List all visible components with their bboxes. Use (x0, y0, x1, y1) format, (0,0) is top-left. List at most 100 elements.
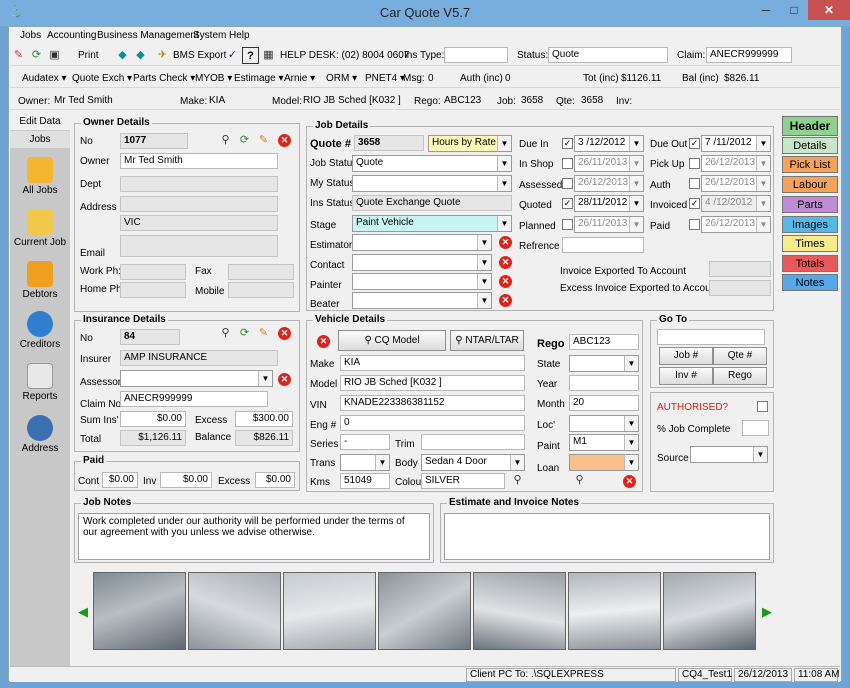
source-select[interactable]: ▼ (690, 446, 768, 463)
tab-totals[interactable]: Totals (782, 255, 838, 272)
delete-icon[interactable]: ✕ (623, 475, 636, 488)
delete-icon[interactable]: ✕ (499, 256, 512, 269)
auth-date[interactable]: 26/12/2013 ▼ (701, 175, 771, 192)
go-to-inv-button[interactable]: Inv # (659, 367, 713, 385)
job-notes-textarea[interactable]: Work completed under our authority will … (78, 513, 430, 560)
authorised-checkbox[interactable] (757, 401, 768, 412)
due-in-checkbox[interactable]: ✓ (562, 138, 573, 149)
quoted-date[interactable]: 28/11/2012 ▼ (574, 195, 644, 212)
refresh-icon[interactable]: ⟳ (28, 47, 45, 64)
nav-address[interactable]: Address (10, 415, 70, 454)
help-icon[interactable]: ? (242, 47, 259, 64)
pnet4-menu[interactable]: PNET4 ▾ (365, 73, 405, 84)
fax-field[interactable] (228, 264, 294, 280)
work-phone-field[interactable] (120, 264, 186, 280)
body-select[interactable]: Sedan 4 Door ▼ (421, 454, 525, 471)
go-to-search-field[interactable] (657, 329, 765, 345)
menu-business-management[interactable]: Business Management (97, 30, 199, 41)
go-to-job-button[interactable]: Job # (659, 347, 713, 365)
ins-type-field[interactable] (444, 47, 508, 63)
mobile-field[interactable] (228, 282, 294, 298)
tab-edit-data[interactable]: Edit Data (10, 113, 70, 130)
paid-excess-field[interactable]: $0.00 (255, 472, 295, 488)
refrence-field[interactable] (562, 237, 644, 253)
vehicle-photo[interactable] (473, 572, 566, 650)
address-state-field[interactable]: VIC (120, 215, 278, 231)
vehicle-photo[interactable] (283, 572, 376, 650)
nav-creditors[interactable]: Creditors (10, 311, 70, 350)
contact-select[interactable]: ▼ (352, 254, 492, 271)
email-field[interactable] (120, 235, 278, 257)
audatex-menu[interactable]: Audatex ▾ (22, 73, 67, 84)
status-field[interactable]: Quote (548, 47, 668, 63)
delete-icon[interactable]: ✕ (499, 236, 512, 249)
excess-field[interactable]: $300.00 (235, 411, 293, 427)
bird-icon[interactable]: ✓ (224, 47, 241, 64)
hours-mode-select[interactable]: Hours by Rate ▼ (428, 135, 512, 152)
vehicle-photo[interactable] (188, 572, 281, 650)
nav-all-jobs[interactable]: All Jobs (10, 157, 70, 196)
prev-image-arrow-icon[interactable]: ◀ (78, 604, 88, 620)
delete-icon[interactable]: ✕ (278, 134, 291, 147)
paid-checkbox[interactable] (689, 219, 700, 230)
insurance-no-field[interactable]: 84 (120, 329, 180, 345)
binoculars-icon[interactable]: ⚲ (509, 472, 526, 489)
tab-labour[interactable]: Labour (782, 176, 838, 193)
home-phone-field[interactable] (120, 282, 186, 298)
painter-select[interactable]: ▼ (352, 273, 492, 290)
paid-date[interactable]: 26/12/2013 ▼ (701, 216, 771, 233)
calendar-icon[interactable]: ▦ (260, 47, 277, 64)
next-image-arrow-icon[interactable]: ▶ (762, 604, 772, 620)
delete-icon[interactable]: ✕ (317, 335, 330, 348)
menu-system[interactable]: System (193, 30, 226, 41)
arnie-menu[interactable]: Arnie ▾ (284, 73, 315, 84)
pencil-icon[interactable]: ✎ (255, 132, 272, 149)
tab-parts[interactable]: Parts (782, 196, 838, 213)
series-field[interactable]: - (340, 434, 390, 450)
loan-select[interactable]: ▼ (569, 454, 639, 471)
beater-select[interactable]: ▼ (352, 292, 492, 309)
pencil-icon[interactable]: ✎ (255, 325, 272, 342)
vehicle-photo[interactable] (93, 572, 186, 650)
assessor-select[interactable]: ▼ (120, 370, 273, 387)
print-menu[interactable]: Print (78, 50, 99, 61)
estimage-menu[interactable]: Estimage ▾ (234, 73, 284, 84)
quote-exch-menu[interactable]: Quote Exch ▾ (72, 73, 132, 84)
delete-icon[interactable]: ✕ (499, 294, 512, 307)
tab-images[interactable]: Images (782, 216, 838, 233)
vehicle-model-field[interactable]: RIO JB Sched [K032 ] (340, 375, 525, 391)
kms-field[interactable]: 51049 (340, 473, 390, 489)
my-status-select[interactable]: ▼ (352, 175, 512, 192)
stage-select[interactable]: Paint Vehicle ▼ (352, 215, 512, 232)
quote-no-field[interactable]: 3658 (354, 135, 424, 151)
estimator-select[interactable]: ▼ (352, 234, 492, 251)
paint-select[interactable]: M1 ▼ (569, 434, 639, 451)
state-select[interactable]: ▼ (569, 355, 639, 372)
vehicle-rego-field[interactable]: ABC123 (569, 334, 639, 350)
location-select[interactable]: ▼ (569, 415, 639, 432)
tab-times[interactable]: Times (782, 235, 838, 252)
vehicle-photo[interactable] (663, 572, 756, 650)
cq-model-button[interactable]: ⚲ CQ Model (338, 330, 446, 351)
pick-up-date[interactable]: 26/12/2013 ▼ (701, 155, 771, 172)
delete-icon[interactable]: ✕ (499, 275, 512, 288)
assessed-checkbox[interactable] (562, 178, 573, 189)
save-icon[interactable]: ▣ (46, 47, 63, 64)
owner-name-field[interactable]: Mr Ted Smith (120, 153, 278, 169)
orm-menu[interactable]: ORM ▾ (326, 73, 357, 84)
ntar-ltar-button[interactable]: ⚲ NTAR/LTAR (450, 330, 524, 351)
in-shop-date[interactable]: 26/11/2013 ▼ (574, 155, 644, 172)
owner-no-field[interactable]: 1077 (120, 133, 188, 149)
binoculars-icon[interactable]: ⚲ (571, 472, 588, 489)
tab-details[interactable]: Details (782, 137, 838, 154)
tab-jobs[interactable]: Jobs (10, 131, 70, 148)
quoted-checkbox[interactable]: ✓ (562, 198, 573, 209)
address-line1-field[interactable] (120, 196, 278, 212)
bms-export-button[interactable]: BMS Export (173, 50, 226, 61)
assessed-date[interactable]: 26/12/2013 ▼ (574, 175, 644, 192)
auth-checkbox[interactable] (689, 178, 700, 189)
insurer-field[interactable]: AMP INSURANCE (120, 350, 278, 366)
delete-icon[interactable]: ✕ (278, 327, 291, 340)
invoiced-date[interactable]: 4 /12/2012 ▼ (701, 195, 771, 212)
delete-icon[interactable]: ✕ (278, 373, 291, 386)
